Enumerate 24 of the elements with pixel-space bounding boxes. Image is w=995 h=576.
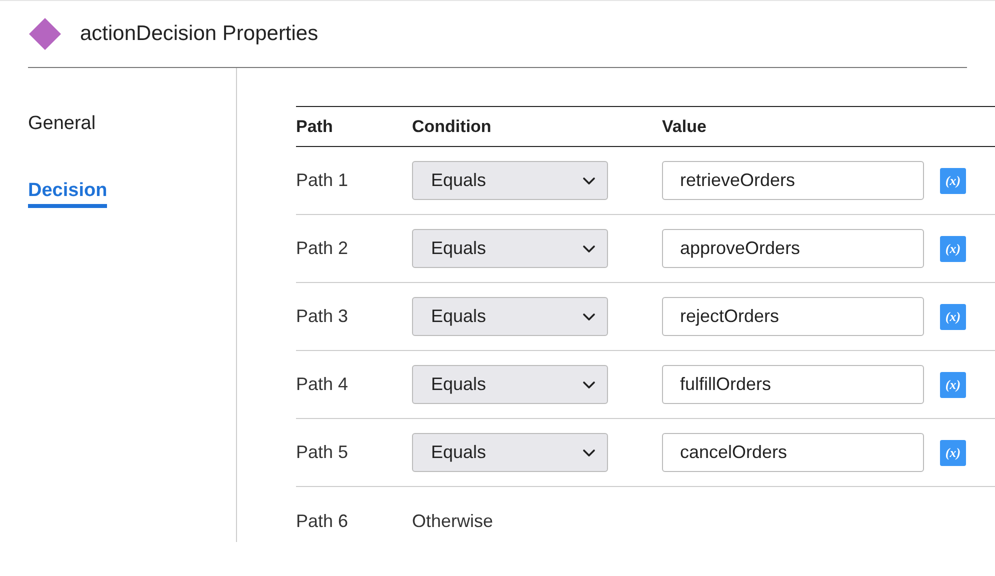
path-label: Path 1 [296, 169, 350, 192]
panel-title: actionDecision Properties [80, 21, 318, 48]
column-header: Path [296, 116, 334, 138]
path-label: Path 6 [296, 510, 350, 532]
tab[interactable]: Decision [28, 179, 108, 208]
path-label: Path 3 [296, 305, 350, 328]
value-field[interactable]: retrieveOrders [662, 161, 924, 200]
condition-text: Otherwise [412, 510, 494, 532]
path-label: Path 4 [296, 373, 350, 396]
diamond-icon [28, 17, 62, 51]
condition-dropdown[interactable]: Equals [412, 297, 608, 336]
condition-dropdown[interactable]: Equals [412, 161, 608, 200]
path-label: Path 2 [296, 237, 350, 260]
condition-dropdown[interactable]: Equals [412, 365, 608, 404]
column-header: Value [662, 116, 706, 138]
condition-dropdown[interactable]: Equals [412, 433, 608, 472]
value-field[interactable]: approveOrders [662, 229, 924, 268]
column-header: Condition [412, 116, 492, 138]
value-field[interactable]: fulfillOrders [662, 365, 924, 404]
path-label: Path 5 [296, 441, 350, 464]
value-field[interactable]: rejectOrders [662, 297, 924, 336]
tab[interactable]: General [28, 112, 96, 141]
value-field[interactable]: cancelOrders [662, 433, 924, 472]
condition-dropdown[interactable]: Equals [412, 229, 608, 268]
